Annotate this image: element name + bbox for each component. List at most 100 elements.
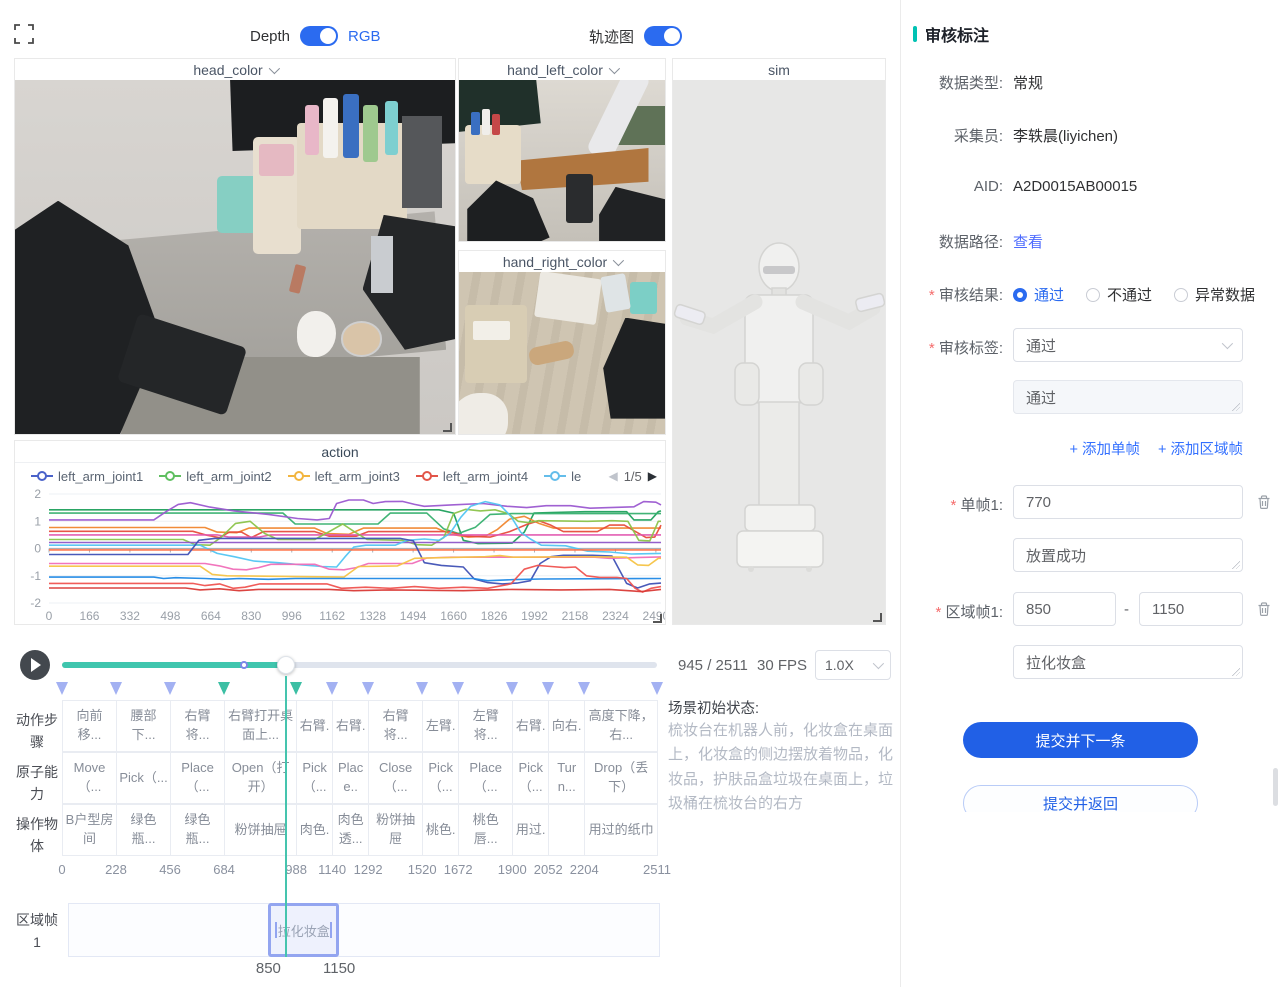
table-cell-ability[interactable]: Drop（丢下） [584, 752, 658, 804]
resize-grip-icon[interactable] [1232, 668, 1240, 676]
step-boundary-marker[interactable] [56, 682, 68, 695]
table-cell-ability[interactable]: Place.. [332, 752, 369, 804]
table-cell-step[interactable]: 腰部下... [116, 700, 171, 752]
resize-grip-icon[interactable] [1232, 561, 1240, 569]
table-cell-object[interactable]: 桃色唇... [458, 804, 513, 856]
sim-title-bar[interactable]: sim [673, 59, 885, 80]
table-cell-object[interactable] [548, 804, 585, 856]
step-boundary-marker[interactable] [578, 682, 590, 695]
radio-option-不通过[interactable]: 不通过 [1086, 284, 1152, 305]
table-cell-object[interactable]: 用过的纸巾 [584, 804, 658, 856]
add-single-frame-link[interactable]: + 添加单帧 [1070, 438, 1141, 459]
legend-prev-icon[interactable]: ◀ [608, 469, 617, 483]
table-cell-object[interactable]: 粉饼抽屉 [368, 804, 423, 856]
chart-series-line [49, 513, 661, 533]
table-cell-step[interactable]: 左臂. [422, 700, 459, 752]
fullscreen-icon[interactable] [14, 24, 34, 44]
region-frame-track[interactable]: 拉化妆盒 [68, 903, 660, 957]
trajectory-toggle[interactable] [644, 26, 682, 46]
radio-icon[interactable] [1086, 288, 1100, 302]
scrollbar-thumb[interactable] [1273, 768, 1278, 806]
table-cell-object[interactable]: 肉色透... [332, 804, 369, 856]
step-boundary-marker[interactable] [290, 682, 302, 695]
table-cell-object[interactable]: 用过. [512, 804, 549, 856]
region-frame-block[interactable]: 拉化妆盒 [268, 903, 339, 957]
table-cell-step[interactable]: 向前移... [62, 700, 117, 752]
table-cell-step[interactable]: 高度下降，右... [584, 700, 658, 752]
table-cell-object[interactable]: B户型房间 [62, 804, 117, 856]
region-resize-left-handle[interactable] [275, 922, 277, 938]
table-cell-object[interactable]: 绿色瓶... [170, 804, 225, 856]
timeline-slider-handle[interactable] [277, 656, 295, 674]
region-frame-start-input[interactable]: 850 [1013, 592, 1116, 626]
resize-grip-icon[interactable] [1232, 403, 1240, 411]
hand-right-color-title-bar[interactable]: hand_right_color [459, 251, 665, 272]
table-cell-step[interactable]: 右臂. [332, 700, 369, 752]
radio-option-通过[interactable]: 通过 [1013, 284, 1064, 305]
radio-option-label: 通过 [1034, 284, 1064, 305]
table-cell-object[interactable]: 肉色. [296, 804, 333, 856]
resize-corner-icon[interactable] [653, 614, 662, 623]
table-cell-ability[interactable]: Close（... [368, 752, 423, 804]
step-boundary-marker[interactable] [452, 682, 464, 695]
head-color-title-bar[interactable]: head_color [15, 59, 455, 80]
table-cell-step[interactable]: 向右. [548, 700, 585, 752]
table-cell-ability[interactable]: Place（... [458, 752, 513, 804]
table-cell-object[interactable]: 绿色瓶... [116, 804, 171, 856]
step-boundary-marker[interactable] [326, 682, 338, 695]
step-boundary-marker[interactable] [416, 682, 428, 695]
table-cell-step[interactable]: 右臂. [512, 700, 549, 752]
legend-item-left_arm_joint3[interactable]: left_arm_joint3 [288, 469, 400, 484]
region-resize-right-handle[interactable] [330, 922, 332, 938]
submit-next-button[interactable]: 提交并下一条 [963, 722, 1198, 758]
legend-next-icon[interactable]: ▶ [648, 469, 657, 483]
table-cell-ability[interactable]: Pick（... [296, 752, 333, 804]
region-frame-note-textarea[interactable]: 拉化妆盒 [1013, 645, 1243, 679]
table-cell-ability[interactable]: Pick（... [116, 752, 171, 804]
add-region-frame-link[interactable]: + 添加区域帧 [1158, 438, 1243, 459]
depth-rgb-toggle[interactable] [300, 26, 338, 46]
delete-single-frame-icon[interactable] [1256, 494, 1272, 510]
submit-back-button[interactable]: 提交并返回 [963, 785, 1198, 812]
step-boundary-marker[interactable] [506, 682, 518, 695]
radio-icon[interactable] [1174, 288, 1188, 302]
resize-corner-icon[interactable] [873, 613, 882, 622]
table-cell-ability[interactable]: Place（... [170, 752, 225, 804]
legend-item-left_arm_joint1[interactable]: left_arm_joint1 [31, 469, 143, 484]
table-cell-step[interactable]: 左臂将... [458, 700, 513, 752]
resize-corner-icon[interactable] [443, 423, 452, 432]
legend-item-le[interactable]: le [544, 469, 581, 484]
step-boundary-marker[interactable] [362, 682, 374, 695]
radio-icon[interactable] [1013, 288, 1027, 302]
legend-item-left_arm_joint2[interactable]: left_arm_joint2 [159, 469, 271, 484]
table-cell-ability[interactable]: Pick（... [512, 752, 549, 804]
review-tag-select[interactable]: 通过 [1013, 328, 1243, 362]
legend-item-label: le [571, 469, 581, 484]
step-boundary-marker[interactable] [164, 682, 176, 695]
single-frame-input[interactable]: 770 [1013, 485, 1243, 519]
delete-region-frame-icon[interactable] [1256, 601, 1272, 617]
region-frame-end-input[interactable]: 1150 [1139, 592, 1243, 626]
play-button[interactable] [20, 650, 50, 680]
review-tag-note-textarea[interactable]: 通过 [1013, 380, 1243, 414]
step-axis-tick-label: 456 [159, 862, 181, 877]
table-cell-ability[interactable]: Move（... [62, 752, 117, 804]
data-path-view-link[interactable]: 查看 [1013, 231, 1043, 252]
table-cell-step[interactable]: 右臂将... [170, 700, 225, 752]
table-cell-ability[interactable]: Pick（... [422, 752, 459, 804]
step-boundary-marker[interactable] [651, 682, 663, 695]
svg-text:2: 2 [34, 489, 41, 501]
table-cell-step[interactable]: 右臂. [296, 700, 333, 752]
table-cell-step[interactable]: 右臂将... [368, 700, 423, 752]
hand-left-color-title-bar[interactable]: hand_left_color [459, 59, 665, 80]
step-axis-tick-label: 2511 [643, 862, 671, 877]
single-frame-note-textarea[interactable]: 放置成功 [1013, 538, 1243, 572]
table-cell-object[interactable]: 桃色. [422, 804, 459, 856]
radio-option-异常数据[interactable]: 异常数据 [1174, 284, 1255, 305]
legend-item-left_arm_joint4[interactable]: left_arm_joint4 [416, 469, 528, 484]
table-cell-ability[interactable]: Turn... [548, 752, 585, 804]
step-boundary-marker[interactable] [542, 682, 554, 695]
playback-speed-select[interactable]: 1.0X [815, 650, 891, 680]
step-boundary-marker[interactable] [110, 682, 122, 695]
step-boundary-marker[interactable] [218, 682, 230, 695]
